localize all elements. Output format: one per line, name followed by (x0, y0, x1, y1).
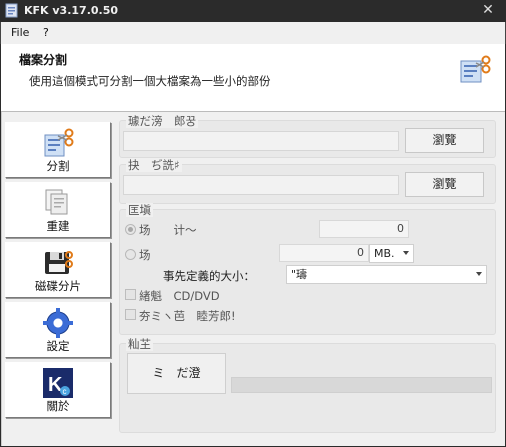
sidebar-item-settings[interactable]: 設定 (5, 302, 111, 358)
split-by-count-radio[interactable] (125, 224, 136, 235)
chevron-down-icon (403, 251, 409, 255)
source-browse-button[interactable]: 瀏覽 (405, 128, 484, 153)
predefined-size-value: "璹 (291, 268, 308, 281)
cd-dvd-label: 緖魁 CD/DVD (139, 289, 220, 303)
part-size-field[interactable]: 0 (279, 244, 369, 262)
kfk-logo-icon: K c (43, 368, 73, 398)
main-panel: 分割 重建 磁碟分片 設定 K c 關於 璩だ滂 郎꿍 瀏覽 抉 ぢ詵♯ 瀏覽 … (1, 112, 505, 446)
split-scissors-icon (460, 55, 491, 83)
page-header: 檔案分割 使用這個模式可分割一個大檔案為一些小的部份 (1, 44, 505, 112)
split-by-size-label: 场 (139, 248, 151, 262)
split-scissors-icon (44, 128, 74, 157)
split-progress-bar (231, 377, 492, 393)
window-title: KFK v3.17.0.50 (24, 4, 119, 17)
predefined-size-select[interactable]: "璹 (286, 265, 487, 284)
size-unit-value: MB. (374, 247, 395, 260)
predefined-size-label: 事先定義的大小： (163, 269, 255, 283)
sidebar-item-label: 分割 (46, 159, 70, 173)
sidebar-item-label: 設定 (46, 339, 70, 353)
menu-help[interactable]: ? (43, 26, 49, 39)
page-title: 檔案分割 (19, 53, 68, 67)
disk-split-icon (45, 251, 73, 274)
close-icon[interactable]: ✕ (480, 2, 496, 18)
batch-file-checkbox[interactable] (125, 309, 136, 320)
source-file-field[interactable] (123, 131, 399, 151)
start-split-button[interactable]: ミ だ澄 (127, 353, 226, 394)
source-group-legend: 璩だ滂 郎꿍 (126, 114, 199, 128)
sidebar-item-label: 關於 (46, 399, 70, 413)
app-icon (5, 3, 18, 18)
sidebar-item-label: 磁碟分片 (35, 279, 81, 293)
sidebar: 分割 重建 磁碟分片 設定 K c 關於 (5, 118, 111, 418)
sidebar-item-rebuild[interactable]: 重建 (5, 182, 111, 238)
target-group-legend: 抉 ぢ詵♯ (126, 158, 182, 172)
page-description: 使用這個模式可分割一個大檔案為一些小的部份 (29, 74, 271, 88)
batch-file-label: 夯ミヽ芭 睦芳郎! (139, 309, 236, 323)
sidebar-item-disk-split[interactable]: 磁碟分片 (5, 242, 111, 298)
progress-group-legend: 籼芏 (126, 337, 153, 351)
svg-text:c: c (63, 387, 67, 396)
title-bar: KFK v3.17.0.50 ✕ (0, 0, 506, 22)
split-by-count-label: 场 计〜 (139, 223, 197, 237)
menu-bar: File ? (0, 22, 506, 44)
menu-file[interactable]: File (11, 26, 29, 39)
size-unit-select[interactable]: MB. (369, 244, 414, 263)
target-folder-field[interactable] (123, 175, 399, 195)
part-count-field[interactable]: 0 (319, 220, 409, 238)
cd-dvd-checkbox[interactable] (125, 289, 136, 300)
sidebar-item-split[interactable]: 分割 (5, 122, 111, 178)
options-group-legend: 匡塡 (126, 203, 153, 217)
sidebar-item-about[interactable]: K c 關於 (5, 362, 111, 418)
split-by-size-radio[interactable] (125, 249, 136, 260)
chevron-down-icon (476, 272, 482, 276)
gear-icon (43, 308, 73, 338)
target-browse-button[interactable]: 瀏覽 (405, 172, 484, 197)
sidebar-item-label: 重建 (46, 219, 70, 233)
rebuild-documents-icon (45, 189, 68, 215)
